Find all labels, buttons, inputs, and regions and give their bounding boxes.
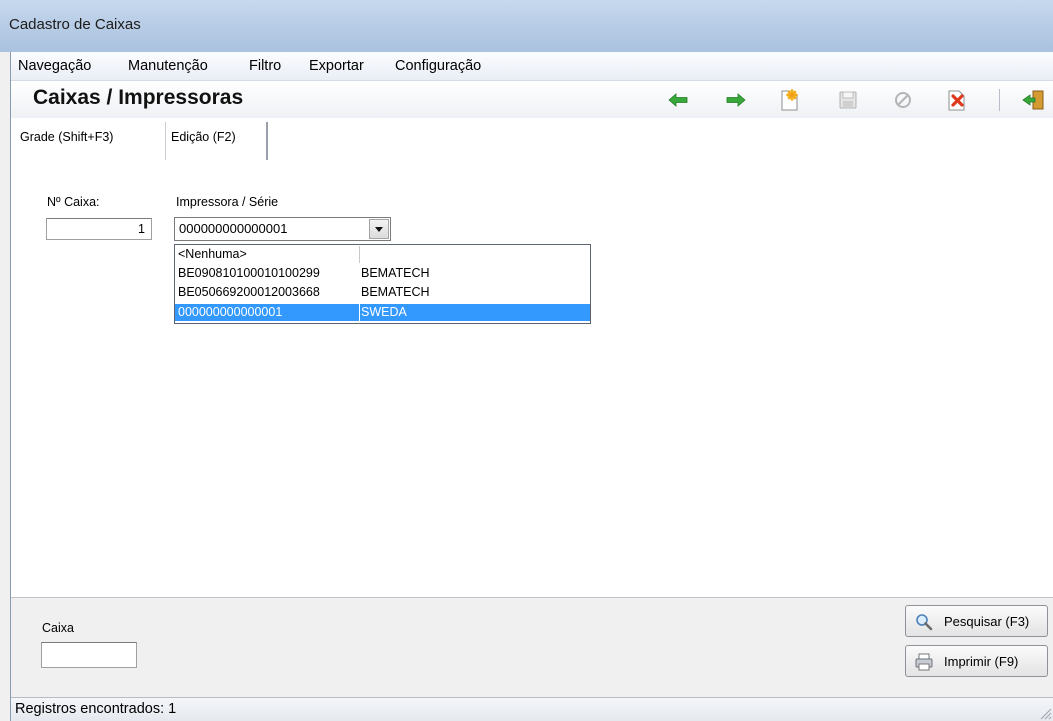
arrow-left-icon[interactable] — [666, 88, 690, 112]
option-brand: SWEDA — [361, 305, 407, 319]
menu-item-filtro[interactable]: Filtro — [249, 58, 281, 74]
arrow-right-icon[interactable] — [724, 88, 748, 112]
option-serial: BE090810100010100299 — [178, 266, 320, 280]
search-icon — [916, 614, 933, 631]
option-brand: BEMATECH — [361, 266, 430, 280]
resize-grip-icon[interactable] — [1038, 706, 1052, 720]
search-button[interactable]: Pesquisar (F3) — [905, 605, 1048, 637]
page-title: Caixas / Impressoras — [33, 86, 244, 109]
client-area: Navegação Manutenção Filtro Exportar Con… — [10, 52, 1053, 721]
tab-edicao[interactable]: Edição (F2) — [165, 122, 268, 160]
dropdown-option[interactable]: BE050669200012003668 BEMATECH — [175, 284, 590, 301]
tab-grade[interactable]: Grade (Shift+F3) — [20, 130, 113, 144]
filter-caixa-input[interactable] — [41, 642, 137, 668]
option-serial: <Nenhuma> — [178, 247, 247, 261]
title-bar[interactable]: Cadastro de Caixas — [0, 0, 1053, 52]
menu-item-exportar[interactable]: Exportar — [309, 58, 364, 74]
menu-item-navegacao[interactable]: Navegação — [18, 58, 91, 74]
printer-label: Impressora / Série — [176, 195, 279, 209]
printer-select-value: 000000000000001 — [179, 221, 288, 236]
dropdown-option[interactable]: <Nenhuma> — [175, 246, 590, 263]
print-button-label: Imprimir (F9) — [944, 654, 1019, 669]
chevron-down-icon — [375, 227, 383, 232]
option-brand: BEMATECH — [361, 285, 430, 299]
search-button-label: Pesquisar (F3) — [944, 614, 1030, 629]
save-icon[interactable] — [836, 88, 860, 112]
menu-item-manutencao[interactable]: Manutenção — [128, 58, 208, 74]
dropdown-option-selected[interactable]: 000000000000001 SWEDA — [175, 304, 590, 321]
filter-caixa-label: Caixa — [42, 621, 74, 635]
printer-dropdown-list: <Nenhuma> BE090810100010100299 BEMATECH … — [174, 244, 591, 324]
new-record-icon[interactable] — [777, 88, 801, 112]
app-window: Cadastro de Caixas Navegação Manutenção … — [0, 0, 1053, 721]
option-serial: BE050669200012003668 — [178, 285, 320, 299]
status-text: Registros encontrados: 1 — [15, 701, 177, 717]
filter-panel: Caixa Pesquisar (F3) Imprimir (F9) — [11, 597, 1053, 698]
window-title: Cadastro de Caixas — [9, 16, 141, 33]
caixa-label: Nº Caixa: — [47, 195, 100, 209]
exit-icon[interactable] — [1021, 88, 1045, 112]
status-bar: Registros encontrados: 1 — [11, 697, 1053, 721]
caixa-number-input[interactable]: 1 — [46, 218, 152, 240]
menu-item-configuracao[interactable]: Configuração — [395, 58, 481, 74]
edit-panel: Nº Caixa: 1 Impressora / Série 000000000… — [11, 160, 1053, 597]
printer-select[interactable]: 000000000000001 — [174, 217, 391, 241]
header-bar: Caixas / Impressoras — [11, 81, 1053, 118]
print-button[interactable]: Imprimir (F9) — [905, 645, 1048, 677]
dropdown-option[interactable]: BE090810100010100299 BEMATECH — [175, 265, 590, 282]
toolbar-separator — [999, 89, 1000, 111]
tab-edicao-label: Edição (F2) — [171, 130, 236, 144]
column-divider — [359, 304, 360, 321]
column-divider — [359, 246, 360, 263]
menu-bar: Navegação Manutenção Filtro Exportar Con… — [11, 52, 1053, 81]
printer-icon — [915, 653, 933, 671]
cancel-icon[interactable] — [891, 88, 915, 112]
option-serial: 000000000000001 — [178, 305, 283, 319]
dropdown-button[interactable] — [369, 219, 389, 239]
tab-strip: Grade (Shift+F3) Edição (F2) — [11, 118, 1053, 161]
delete-icon[interactable] — [944, 88, 968, 112]
